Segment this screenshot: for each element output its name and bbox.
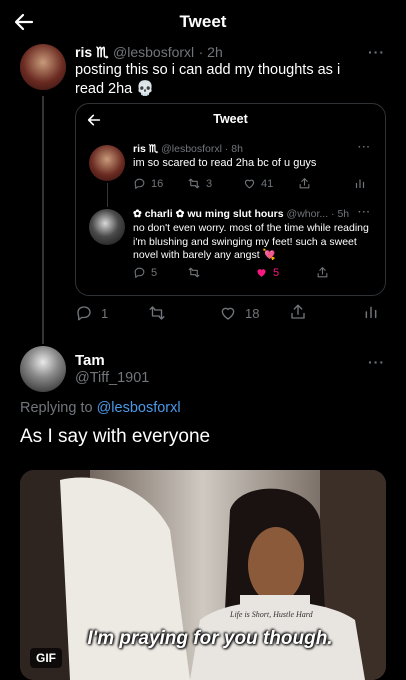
embedded-tweet-text: im so scared to read 2ha bc of u guys [133,157,317,169]
like-count: 5 [273,266,280,279]
author-handle[interactable]: @Tiff_1901 [75,370,149,386]
embedded-author-row: ✿ charli ✿ wu ming slut hours @whor... ·… [133,208,349,220]
more-options-icon: ··· [358,142,371,153]
share-icon [291,304,305,319]
gif-badge: GIF [30,648,62,668]
avatar[interactable] [20,44,66,90]
author-handle: @whor... [286,208,329,220]
top-bar: Tweet [0,0,406,44]
reply-count: 1 [101,305,109,321]
reply-icon [134,178,145,189]
reply-count: 16 [151,177,164,190]
more-options-icon[interactable]: ··· [368,44,385,60]
retweet-action: 3 [187,177,212,190]
reply-action: 5 [133,266,157,279]
tweet-text: posting this so i can add my thoughts as… [75,62,341,97]
heart-filled-icon [257,269,266,277]
thread-line [42,96,44,344]
replying-to-line: Replying to @lesbosforxl [20,400,181,416]
author-name[interactable]: Tam [75,352,105,369]
share-icon [298,177,311,190]
retweet-icon [188,178,200,189]
embedded-author-row: ris ♏︎ @lesbosforxl · 8h [133,143,243,155]
heart-icon [221,307,235,320]
heart-icon [244,179,255,189]
share-button[interactable] [289,303,307,321]
page-title: Tweet [179,12,227,31]
reply-count: 5 [151,266,158,279]
avatar [89,209,125,245]
analytics-icon [354,177,366,190]
replying-to-label: Replying to [20,400,93,416]
reply-icon [134,267,145,278]
reply-icon [77,306,91,321]
author-name: ✿ charli ✿ wu ming slut hours [133,208,284,220]
like-action: 41 [243,177,273,190]
tweet-time: · 2h [198,44,223,60]
retweet-button[interactable] [147,304,175,322]
tweet-time: · 5h [331,208,350,220]
more-options-icon: ··· [358,207,371,218]
author-handle[interactable]: @lesbosforxl [113,44,194,60]
reply-action: 16 [133,177,163,190]
tweet-author-row: ris ♏︎ @lesbosforxl · 2h [75,44,223,62]
like-button[interactable]: 18 [219,304,259,322]
retweet-icon [149,306,165,320]
author-name[interactable]: ris ♏︎ [75,44,109,60]
analytics-button[interactable] [363,303,379,321]
more-options-icon[interactable]: ··· [368,354,385,370]
retweet-icon [188,267,200,278]
share-icon [316,266,329,279]
retweet-action [187,266,206,279]
embedded-tweet-text: no don't even worry. most of the time wh… [133,222,369,261]
retweet-count: 3 [206,177,213,190]
tweet-time: · 8h [224,143,243,155]
gif-tshirt-text: Life is Short, Hustle Hard [229,610,314,619]
avatar [89,145,125,181]
avatar[interactable] [20,346,66,392]
reply-text: As I say with everyone [20,426,211,447]
like-count: 41 [261,177,274,190]
author-handle: @lesbosforxl [161,143,222,155]
thread-line [107,183,109,207]
like-action: 5 [255,266,279,279]
replying-to-link[interactable]: @lesbosforxl [97,400,181,416]
like-count: 18 [245,305,260,321]
author-name: ris ♏︎ [133,143,159,155]
reply-button[interactable]: 1 [75,304,108,322]
analytics-icon [365,306,377,319]
embedded-title: Tweet [213,112,248,126]
gif-caption: I'm praying for you though. [87,628,333,649]
embedded-screenshot-card[interactable] [75,103,386,296]
